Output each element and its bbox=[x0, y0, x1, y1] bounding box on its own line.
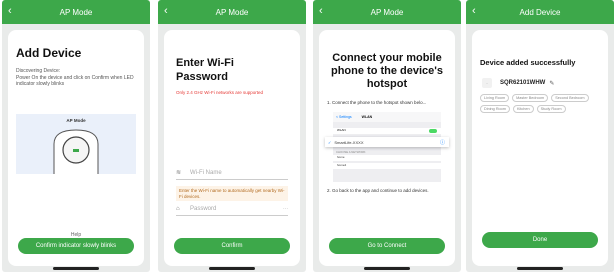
done-button[interactable]: Done bbox=[482, 232, 598, 248]
band-warning: Only 2.4 GHz Wi-Fi networks are supporte… bbox=[176, 90, 264, 95]
screens-strip: ‹ AP Mode Add Device Discovering Device:… bbox=[0, 0, 615, 272]
info-icon: ⓘ bbox=[439, 139, 445, 146]
room-chip[interactable]: Kitchen bbox=[512, 105, 534, 113]
device-thumbnail: .. bbox=[482, 78, 492, 88]
wifi-icon: ≋ bbox=[176, 170, 182, 176]
room-chips: Living Room Master Bedroom Second Bedroo… bbox=[480, 94, 602, 113]
home-indicator bbox=[364, 267, 410, 270]
instructions-text: Discovering Device: Power On the device … bbox=[16, 68, 134, 87]
wlan-title: WLAN bbox=[361, 115, 373, 119]
page-title: Connect your mobile phone to the device'… bbox=[330, 52, 444, 90]
screen-add-device: ‹ AP Mode Add Device Discovering Device:… bbox=[2, 0, 150, 272]
page-title: Device added successfully bbox=[480, 58, 576, 67]
password-placeholder: Password bbox=[190, 205, 217, 212]
page-title: Add Device bbox=[16, 46, 82, 60]
chevron-left-icon[interactable]: ‹ bbox=[8, 5, 12, 17]
home-indicator bbox=[517, 267, 563, 270]
password-field[interactable]: ⌂ Password ··· bbox=[176, 202, 288, 216]
content-card: Device added successfully .. SQR62101WHW… bbox=[472, 30, 608, 266]
wifi-name-placeholder: Wi-Fi Name bbox=[190, 169, 222, 176]
top-bar: ‹ AP Mode bbox=[313, 0, 461, 24]
lock-icon: ⌂ bbox=[176, 205, 180, 212]
chevron-left-icon[interactable]: ‹ bbox=[319, 5, 323, 17]
step-one-text: 1. Connect the phone to the hotspot show… bbox=[327, 100, 427, 105]
hotspot-network-name: SmartLife-XXXX bbox=[334, 139, 364, 145]
eye-icon[interactable]: ··· bbox=[283, 206, 288, 212]
top-bar: ‹ Add Device bbox=[466, 0, 614, 24]
wlan-toggle bbox=[429, 129, 437, 133]
screen-connect-hotspot: ‹ AP Mode Connect your mobile phone to t… bbox=[313, 0, 461, 272]
chevron-left-icon[interactable]: ‹ bbox=[472, 5, 476, 17]
step-two-text: 2. Go back to the app and continue to ad… bbox=[327, 188, 429, 193]
room-chip[interactable]: Living Room bbox=[480, 94, 510, 102]
room-chip[interactable]: Dining Room bbox=[480, 105, 510, 113]
content-card: Add Device Discovering Device: Power On … bbox=[8, 30, 144, 266]
confirm-blinks-button[interactable]: Confirm indicator slowly blinks bbox=[18, 238, 134, 254]
screen-device-added: ‹ Add Device Device added successfully .… bbox=[466, 0, 614, 272]
choose-network-label: CHOOSE A NETWORK bbox=[336, 150, 366, 154]
device-row: .. SQR62101WHW ✎ bbox=[482, 78, 554, 88]
hotspot-network-row: ✓ SmartLife-XXXX ⓘ bbox=[325, 137, 449, 147]
page-title: Enter Wi-Fi Password bbox=[176, 57, 234, 83]
top-bar: ‹ AP Mode bbox=[158, 0, 306, 24]
content-card: Enter Wi-Fi Password Only 2.4 GHz Wi-Fi … bbox=[164, 30, 300, 266]
confirm-button[interactable]: Confirm bbox=[174, 238, 290, 254]
home-indicator bbox=[53, 267, 99, 270]
go-to-connect-button[interactable]: Go to Connect bbox=[329, 238, 445, 254]
wlan-row: WLAN bbox=[333, 128, 441, 134]
settings-back: < Settings bbox=[336, 115, 352, 119]
network-home: home bbox=[333, 155, 441, 161]
wlan-settings-screenshot: < Settings WLAN WLAN CHOOSE A NETWORK ho… bbox=[333, 112, 441, 182]
header-title: AP Mode bbox=[59, 7, 93, 17]
device-name: SQR62101WHW bbox=[500, 80, 546, 86]
room-chip[interactable]: Master Bedroom bbox=[512, 94, 549, 102]
settings-header: < Settings WLAN bbox=[333, 112, 441, 122]
screen-wifi-password: ‹ AP Mode Enter Wi-Fi Password Only 2.4 … bbox=[158, 0, 306, 272]
smart-plug-icon bbox=[53, 129, 99, 174]
room-chip[interactable]: Study Room bbox=[536, 105, 566, 113]
header-title: Add Device bbox=[519, 7, 561, 17]
chevron-left-icon[interactable]: ‹ bbox=[164, 5, 168, 17]
pencil-icon[interactable]: ✎ bbox=[549, 80, 554, 87]
home-indicator bbox=[209, 267, 255, 270]
network-home4: home4 bbox=[333, 163, 441, 169]
wifi-hint: Enter the Wi-Fi name to automatically ge… bbox=[176, 186, 288, 201]
checkmark-icon: ✓ bbox=[328, 139, 332, 145]
header-title: AP Mode bbox=[370, 7, 404, 17]
wifi-name-field[interactable]: ≋ Wi-Fi Name bbox=[176, 166, 288, 180]
content-card: Connect your mobile phone to the device'… bbox=[319, 30, 455, 266]
header-title: AP Mode bbox=[215, 7, 249, 17]
ap-mode-illustration: AP Mode bbox=[16, 114, 136, 174]
top-bar: ‹ AP Mode bbox=[2, 0, 150, 24]
room-chip[interactable]: Second Bedroom bbox=[551, 94, 589, 102]
